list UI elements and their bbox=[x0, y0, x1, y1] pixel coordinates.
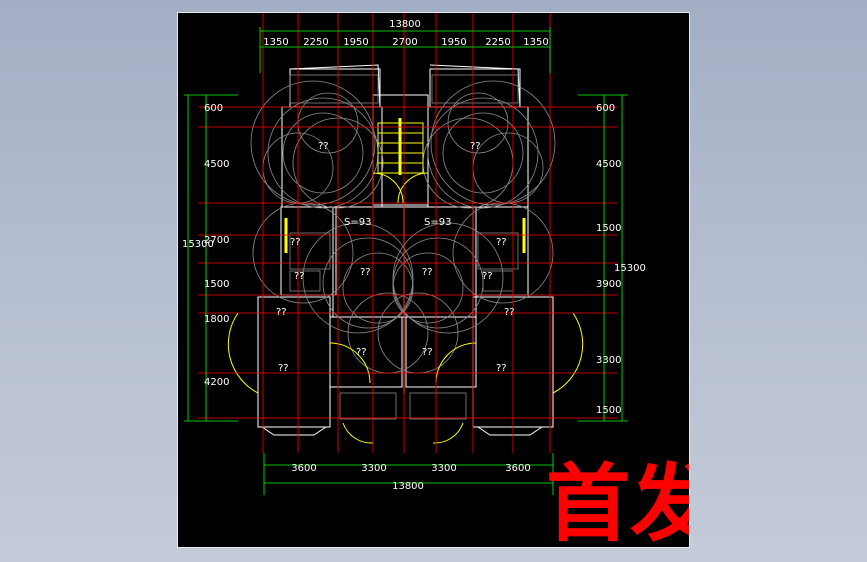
bottom-dim-3: 3300 bbox=[431, 463, 456, 474]
left-dim-6: 4200 bbox=[204, 377, 229, 388]
room-label: ?? bbox=[504, 307, 515, 318]
room-label: ?? bbox=[470, 141, 481, 152]
room-label: ?? bbox=[290, 237, 301, 248]
top-overall-dim: 13800 bbox=[389, 19, 421, 30]
room-label: ?? bbox=[294, 271, 305, 282]
area-label-right: S=93 bbox=[424, 217, 451, 228]
furniture-swirls bbox=[250, 80, 556, 374]
top-dim-6: 2250 bbox=[485, 37, 510, 48]
right-dimensions: 15300 600 4500 1500 3900 3300 1500 bbox=[596, 103, 646, 416]
room-label: ?? bbox=[360, 267, 371, 278]
room-label: ?? bbox=[422, 347, 433, 358]
right-dim-2: 4500 bbox=[596, 159, 621, 170]
left-dim-2: 4500 bbox=[204, 159, 229, 170]
cad-model-viewport[interactable]: 13800 1350 2250 1950 2700 1950 2250 1350… bbox=[177, 12, 690, 548]
left-dim-5: 1800 bbox=[204, 314, 229, 325]
bottom-dimensions: 3600 3300 3300 3600 13800 bbox=[291, 463, 530, 492]
top-dim-5: 1950 bbox=[441, 37, 466, 48]
top-dim-4: 2700 bbox=[392, 37, 417, 48]
bottom-overall-dim: 13800 bbox=[392, 481, 424, 492]
right-dim-6: 1500 bbox=[596, 405, 621, 416]
floor-plan-drawing: 13800 1350 2250 1950 2700 1950 2250 1350… bbox=[182, 13, 690, 548]
bottom-dim-2: 3300 bbox=[361, 463, 386, 474]
left-dim-1: 600 bbox=[204, 103, 223, 114]
top-dim-3: 1950 bbox=[343, 37, 368, 48]
bottom-dim-4: 3600 bbox=[505, 463, 530, 474]
room-label: ?? bbox=[496, 237, 507, 248]
room-label: ?? bbox=[482, 271, 493, 282]
room-label: ?? bbox=[318, 141, 329, 152]
top-dim-7: 1350 bbox=[523, 37, 548, 48]
room-label: ?? bbox=[356, 347, 367, 358]
room-label: ?? bbox=[422, 267, 433, 278]
room-label: ?? bbox=[496, 363, 507, 374]
watermark-text: 首发 bbox=[546, 455, 690, 548]
right-dim-1: 600 bbox=[596, 103, 615, 114]
top-dim-1: 1350 bbox=[263, 37, 288, 48]
right-overall-dim: 15300 bbox=[614, 263, 646, 274]
right-dim-5: 3300 bbox=[596, 355, 621, 366]
top-dimensions: 13800 1350 2250 1950 2700 1950 2250 1350 bbox=[263, 19, 548, 48]
room-label: ?? bbox=[278, 363, 289, 374]
top-dim-2: 2250 bbox=[303, 37, 328, 48]
right-dim-4: 3900 bbox=[596, 279, 621, 290]
area-label-left: S=93 bbox=[344, 217, 371, 228]
room-label: ?? bbox=[276, 307, 287, 318]
bottom-dim-1: 3600 bbox=[291, 463, 316, 474]
left-dim-4: 1500 bbox=[204, 279, 229, 290]
left-dim-3: 2700 bbox=[204, 235, 229, 246]
right-dim-3: 1500 bbox=[596, 223, 621, 234]
